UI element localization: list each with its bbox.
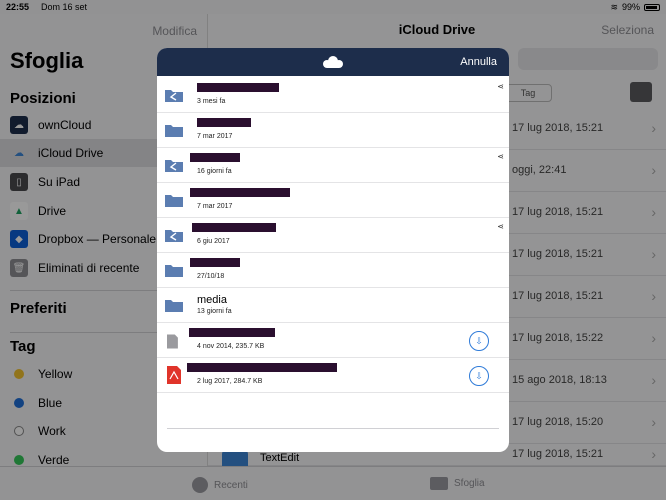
folder-icon <box>165 125 183 137</box>
redacted-name <box>190 153 240 162</box>
share-icon[interactable]: ⋖ <box>497 222 504 231</box>
folder-icon <box>165 300 183 312</box>
item-meta: 3 mesi fa <box>197 98 226 105</box>
item-meta: 7 mar 2017 <box>197 133 233 140</box>
owncloud-logo-icon <box>323 56 343 68</box>
item-name: media <box>197 294 227 306</box>
item-meta: 16 giorni fa <box>197 168 232 175</box>
cancel-button[interactable]: Annulla <box>460 56 497 68</box>
list-item[interactable]: 7 mar 2017 <box>157 113 509 148</box>
item-meta: 13 giorni fa <box>197 308 232 315</box>
item-meta: 27/10/18 <box>197 273 225 280</box>
list-item[interactable]: 16 giorni fa ⋖ <box>157 148 509 183</box>
share-icon[interactable]: ⋖ <box>497 82 504 91</box>
item-meta: 4 nov 2014, 235.7 KB <box>197 343 265 350</box>
share-icon[interactable]: ⋖ <box>497 152 504 161</box>
item-meta: 6 giu 2017 <box>197 238 230 245</box>
owncloud-picker-modal: Annulla 3 mesi fa ⋖ 7 mar 2017 16 giorni… <box>157 48 509 452</box>
redacted-name <box>189 328 275 337</box>
redacted-name <box>187 363 337 372</box>
list-item[interactable]: 7 mar 2017 <box>157 183 509 218</box>
redacted-name <box>197 118 251 127</box>
list-item[interactable]: 4 nov 2014, 235.7 KB ⇩ <box>157 323 509 358</box>
list-item[interactable]: 3 mesi fa ⋖ <box>157 78 509 113</box>
file-icon <box>167 334 178 349</box>
shared-folder-icon <box>165 160 183 172</box>
download-icon[interactable]: ⇩ <box>469 331 489 351</box>
folder-icon <box>165 265 183 277</box>
modal-header: Annulla <box>157 48 509 76</box>
redacted-name <box>190 188 290 197</box>
shared-folder-icon <box>165 230 183 242</box>
shared-folder-icon <box>165 90 183 102</box>
redacted-name <box>192 223 276 232</box>
list-item[interactable]: 2 lug 2017, 284.7 KB ⇩ <box>157 358 509 393</box>
divider <box>167 428 499 429</box>
pdf-file-icon <box>167 366 181 384</box>
folder-icon <box>165 195 183 207</box>
redacted-name <box>190 258 240 267</box>
list-item[interactable]: 27/10/18 <box>157 253 509 288</box>
list-item[interactable]: 6 giu 2017 ⋖ <box>157 218 509 253</box>
item-meta: 2 lug 2017, 284.7 KB <box>197 378 263 385</box>
item-meta: 7 mar 2017 <box>197 203 233 210</box>
download-icon[interactable]: ⇩ <box>469 366 489 386</box>
redacted-name <box>197 83 279 92</box>
list-item[interactable]: media 13 giorni fa <box>157 288 509 323</box>
